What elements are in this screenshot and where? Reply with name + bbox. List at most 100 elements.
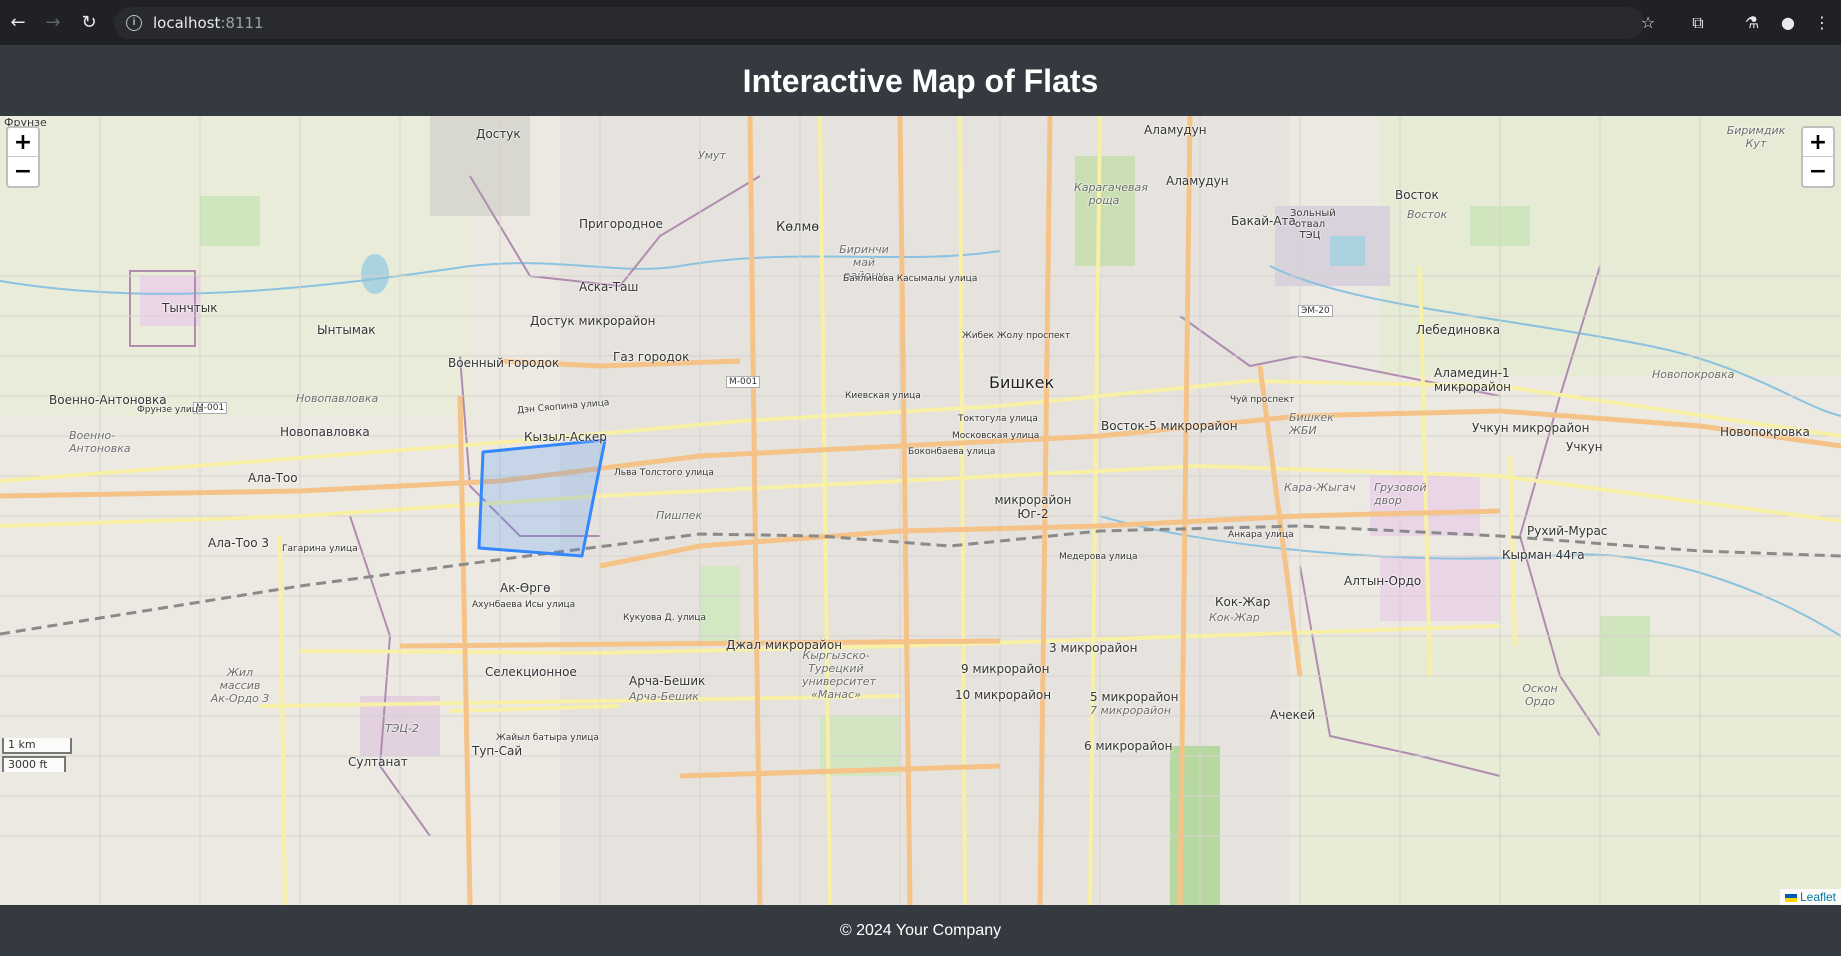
back-icon[interactable]: ← (6, 11, 30, 35)
place-label: Кыргызско-Турецкий университет «Манас» (802, 649, 876, 701)
page-title: Interactive Map of Flats (742, 62, 1099, 99)
place-label: Восток (1407, 208, 1448, 221)
place-label: Новопавловка (296, 392, 379, 405)
place-label: Арча-Бешик (629, 690, 699, 703)
place-label: Туп-Сай (472, 744, 523, 758)
map-container[interactable]: Фрунзе Достук Умут Аламудун Аламудун Бир… (0, 116, 1841, 905)
url-text[interactable]: localhost:8111 (153, 14, 264, 32)
place-label: Газ городок (613, 350, 690, 364)
place-label: Оскон Ордо (1522, 682, 1558, 708)
road-shield: М-001 (726, 376, 761, 388)
street-label: Льва Толстого улица (614, 468, 714, 478)
place-label: микрорайон Юг-2 (994, 493, 1072, 521)
footer-text: © 2024 Your Company (839, 921, 1002, 939)
scale-km: 1 km (2, 738, 72, 754)
place-label: Ачекей (1270, 708, 1316, 722)
place-label: Учкун микрорайон (1472, 421, 1590, 435)
street-label: Баялинова Касымалы улица (843, 274, 978, 284)
place-label: Карагачевая роща (1074, 181, 1148, 207)
zoom-in-button[interactable]: + (8, 128, 38, 157)
street-label: Фрунзе улица (137, 405, 204, 415)
street-label: Гагарина улица (282, 544, 358, 554)
road-shield: ЭМ-20 (1298, 305, 1333, 317)
ukraine-flag-icon (1784, 893, 1797, 902)
menu-icon[interactable]: ⋮ (1810, 11, 1834, 35)
bookmark-star-icon[interactable]: ☆ (1636, 11, 1660, 35)
zoom-out-button[interactable]: − (1803, 157, 1833, 186)
forward-icon[interactable]: → (41, 11, 65, 35)
place-label: 6 микрорайон (1084, 739, 1173, 753)
place-label: 5 микрорайон (1090, 690, 1179, 704)
profile-icon[interactable]: ● (1776, 11, 1800, 35)
place-label: Ала-Тоо 3 (208, 536, 270, 550)
street-label: Ахунбаева Исы улица (472, 600, 576, 610)
place-label: Султанат (348, 755, 408, 769)
street-label: Медерова улица (1059, 552, 1138, 562)
zoom-control-left: + − (6, 126, 40, 188)
place-label: Пригородное (579, 217, 663, 231)
page-footer: © 2024 Your Company (0, 905, 1841, 956)
zoom-control-right: + − (1801, 126, 1835, 188)
place-label: Достук (476, 127, 521, 141)
place-label: 3 микрорайон (1049, 641, 1138, 655)
place-label: Аска-Таш (579, 280, 639, 294)
place-label: Жил массив Ак-Ордо 3 (210, 666, 270, 705)
place-label: Военно-Антоновка (69, 429, 131, 455)
place-label: Учкун (1566, 440, 1603, 454)
street-label: Жайыл батыра улица (496, 733, 599, 743)
place-label: Биримдик Кут (1726, 124, 1786, 150)
place-label: Аламедин-1 микрорайон (1434, 366, 1512, 394)
address-bar[interactable]: i localhost:8111 (114, 7, 1644, 39)
place-label: Селекционное (485, 665, 577, 679)
place-label: Ак-Ѳргѳ (500, 581, 551, 595)
place-label: Новопавловка (280, 425, 370, 439)
place-label: Алтын-Ордо (1344, 574, 1422, 588)
place-label: Новопокровка (1652, 368, 1735, 381)
leaflet-link[interactable]: Leaflet (1800, 890, 1836, 904)
place-label: 7 микрорайон (1090, 704, 1172, 717)
street-label: Жибек Жолу проспект (962, 331, 1071, 341)
site-info-icon[interactable]: i (126, 15, 142, 31)
place-label: Лебединовка (1416, 323, 1501, 337)
browser-toolbar: ← → ↻ i localhost:8111 ☆ ⧉ ⚗ ● ⋮ (0, 0, 1841, 46)
street-label: Боконбаева улица (908, 447, 996, 457)
place-label: Ынтымак (317, 323, 376, 337)
street-label: Кукуова Д. улица (623, 613, 706, 623)
place-label: Аламудун (1166, 174, 1229, 188)
street-label: Киевская улица (845, 391, 921, 401)
place-label: Кок-Жар (1215, 595, 1271, 609)
place-label: Ала-Тоо (248, 471, 298, 485)
place-label: Новопокровка (1720, 425, 1810, 439)
place-label: Достук микрорайон (530, 314, 656, 328)
place-label: 9 микрорайон (961, 662, 1050, 676)
url-host: localhost (153, 14, 221, 32)
place-label: Кара-Жыгач (1284, 481, 1356, 494)
place-label: Восток-5 микрорайон (1101, 419, 1238, 433)
city-label: Бишкек (989, 373, 1055, 392)
place-label: Бакай-Ата (1231, 214, 1296, 228)
extensions-icon[interactable]: ⧉ (1686, 11, 1710, 35)
place-label: Бишкек ЖБИ (1289, 411, 1334, 437)
place-label: Грузовой двор (1374, 481, 1427, 507)
place-label: 10 микрорайон (955, 688, 1052, 702)
zoom-out-button[interactable]: − (8, 157, 38, 186)
place-label: Военный городок (448, 356, 560, 370)
place-label: Кѳлмѳ (776, 220, 820, 235)
place-label: Арча-Бешик (629, 674, 706, 688)
reload-icon[interactable]: ↻ (77, 11, 101, 35)
labs-flask-icon[interactable]: ⚗ (1740, 11, 1764, 35)
map-tiles[interactable] (0, 116, 1841, 905)
zoom-in-button[interactable]: + (1803, 128, 1833, 157)
street-label: Токтогула улица (958, 414, 1038, 424)
scale-ft: 3000 ft (2, 756, 66, 772)
url-port: :8111 (220, 14, 264, 32)
flat-area-polygon[interactable] (477, 438, 607, 558)
street-label: Чуй проспект (1230, 395, 1295, 405)
place-label: Пишпек (656, 509, 703, 522)
place-label: Кок-Жар (1209, 611, 1260, 624)
place-label: Кырман 44га (1502, 548, 1585, 562)
place-label: Умут (698, 149, 726, 162)
map-attribution: Leaflet (1779, 889, 1841, 905)
place-label: Восток (1395, 188, 1439, 202)
place-label: Аламудун (1144, 123, 1207, 137)
